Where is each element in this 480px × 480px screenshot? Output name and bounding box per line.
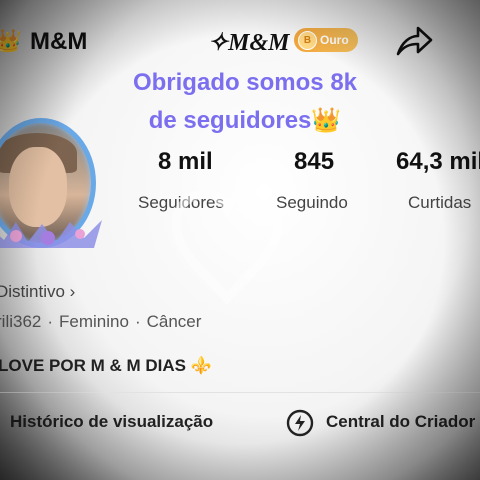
profile-meta: rili362 · Feminino · Câncer — [0, 312, 201, 332]
avatar-frame-decoration — [0, 220, 102, 248]
following-count[interactable]: 845 — [294, 148, 334, 176]
avatar[interactable] — [0, 112, 106, 256]
share-icon[interactable] — [394, 22, 434, 58]
banner-line-1: Obrigado somos 8k — [132, 69, 358, 96]
profile-screen: 👑 M&M ✧M&M B Ouro Obrigado somos 8k de s… — [0, 0, 480, 480]
gender: Feminino — [59, 312, 129, 331]
likes-count[interactable]: 64,3 mil — [396, 148, 480, 176]
history-button[interactable]: Histórico de visualização — [10, 412, 213, 432]
brand-name: ✧M&M — [208, 30, 290, 56]
zodiac-sign: Câncer — [146, 312, 202, 331]
distintivo-link[interactable]: Distintivo › — [0, 282, 75, 302]
divider — [0, 392, 480, 393]
likes-label[interactable]: Curtidas — [408, 193, 471, 213]
heart-icon — [172, 190, 282, 305]
level-badge[interactable]: B Ouro — [294, 28, 358, 52]
username: M&M — [30, 28, 88, 55]
badge-label: Ouro — [320, 33, 349, 47]
coin-icon: B — [298, 30, 317, 50]
banner-text: Obrigado somos 8k de seguidores👑 — [80, 64, 410, 140]
banner-line-2: de seguidores👑 — [148, 107, 342, 134]
crown-icon: 👑 — [0, 28, 22, 53]
handle: rili362 — [0, 312, 42, 331]
bio-text: LOVE POR M & M DIAS ⚜️ — [0, 356, 212, 375]
creator-center-icon — [286, 409, 314, 437]
creator-center-button[interactable]: Central do Criador — [326, 412, 475, 432]
followers-count[interactable]: 8 mil — [158, 148, 213, 176]
following-label[interactable]: Seguindo — [276, 193, 348, 213]
